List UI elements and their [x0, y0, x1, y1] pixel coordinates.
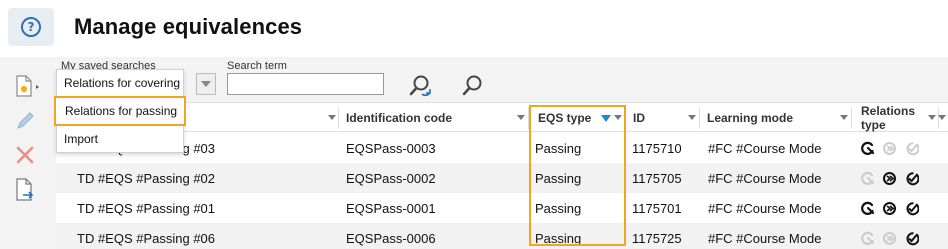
table-row[interactable]: TD #EQS #Passing #06 EQSPass-0006 Passin… [56, 223, 948, 249]
equivalences-table: Identification code EQS type ID Learning… [56, 102, 948, 249]
covering-relation-icon [861, 201, 875, 215]
edit-button[interactable] [0, 109, 50, 133]
menu-item-relations-for-passing[interactable]: Relations for passing [54, 96, 186, 126]
column-header-learning-mode[interactable]: Learning mode [699, 103, 851, 133]
column-header-identification-code[interactable]: Identification code [338, 103, 528, 133]
name-cell: TD #EQS #Passing #02 [77, 170, 216, 186]
search-button[interactable] [460, 74, 484, 103]
advanced-search-icon [409, 75, 431, 97]
name-cell: TD #EQS #Passing #06 [77, 230, 216, 246]
table-row[interactable]: TD #EQS #Passing #02 EQSPass-0002 Passin… [56, 163, 948, 193]
column-filter-icon[interactable] [328, 115, 336, 120]
table-row[interactable]: TD #EQS #Passing #01 EQSPass-0001 Passin… [56, 193, 948, 223]
relations-type-cell [860, 163, 919, 193]
name-cell: TD #EQS #Passing #01 [77, 200, 216, 216]
eqs-type-cell: Passing [535, 170, 582, 186]
new-menu-dropdown: Relations for covering Relations for pas… [54, 69, 186, 153]
help-button[interactable]: ? [8, 8, 54, 46]
covering-relation-icon [861, 171, 875, 185]
column-filter-icon[interactable] [928, 115, 936, 120]
passing-relation-icon [883, 201, 896, 215]
relations-type-cell [860, 223, 919, 249]
table-row[interactable]: TD #EQS #Passing #03 EQSPass-0003 Passin… [56, 133, 948, 163]
delete-x-icon [16, 146, 34, 164]
check-relation-icon [906, 171, 919, 185]
id-cell: 1175705 [632, 170, 682, 186]
relations-type-cell [860, 193, 919, 223]
new-document-icon [16, 75, 39, 97]
column-filter-icon[interactable] [517, 115, 525, 120]
identification-code-cell: EQSPass-0003 [346, 140, 436, 156]
id-cell: 1175710 [632, 140, 682, 156]
column-header-relations-type[interactable]: Relations type [853, 103, 938, 133]
id-cell: 1175725 [632, 230, 682, 246]
learning-mode-cell: #FC #Course Mode [708, 230, 822, 246]
check-relation-icon [906, 201, 919, 215]
identification-code-cell: EQSPass-0002 [346, 170, 436, 186]
column-filter-icon[interactable] [614, 115, 622, 120]
check-relation-icon [906, 231, 919, 245]
export-document-icon [16, 178, 34, 201]
covering-relation-icon [861, 231, 875, 245]
search-term-label: Search term [227, 60, 287, 72]
learning-mode-cell: #FC #Course Mode [708, 140, 822, 156]
column-filter-icon[interactable] [840, 115, 848, 120]
column-filter-icon[interactable] [938, 115, 946, 120]
column-filter-icon[interactable] [688, 115, 696, 120]
eqs-type-cell: Passing [535, 140, 582, 156]
search-icon [462, 75, 482, 96]
saved-searches-dropdown[interactable] [196, 73, 216, 95]
learning-mode-cell: #FC #Course Mode [708, 170, 822, 186]
learning-mode-cell: #FC #Course Mode [708, 200, 822, 216]
passing-relation-icon [883, 171, 896, 185]
passing-relation-icon [883, 141, 896, 155]
eqs-type-cell: Passing [535, 200, 582, 216]
search-term-input[interactable] [227, 73, 384, 95]
menu-item-relations-for-covering[interactable]: Relations for covering [57, 70, 183, 96]
chevron-down-icon [201, 81, 211, 87]
menu-item-import[interactable]: Import [57, 126, 183, 152]
relations-type-cell [860, 133, 919, 163]
delete-button[interactable] [0, 143, 50, 167]
id-cell: 1175701 [632, 200, 682, 216]
check-relation-icon [906, 141, 919, 155]
covering-relation-icon [861, 141, 875, 155]
table-header: Identification code EQS type ID Learning… [56, 102, 948, 132]
passing-relation-icon [883, 231, 896, 245]
identification-code-cell: EQSPass-0001 [346, 200, 436, 216]
eqs-type-cell: Passing [535, 230, 582, 246]
identification-code-cell: EQSPass-0006 [346, 230, 436, 246]
question-circle-icon: ? [21, 17, 41, 37]
advanced-search-button[interactable] [408, 74, 434, 103]
new-button[interactable] [0, 72, 50, 100]
export-button[interactable] [0, 176, 50, 204]
pencil-icon [17, 112, 34, 129]
sort-descending-icon [601, 114, 612, 122]
column-header-eqs-type[interactable]: EQS type [530, 103, 625, 133]
page-title: Manage equivalences [74, 14, 303, 39]
